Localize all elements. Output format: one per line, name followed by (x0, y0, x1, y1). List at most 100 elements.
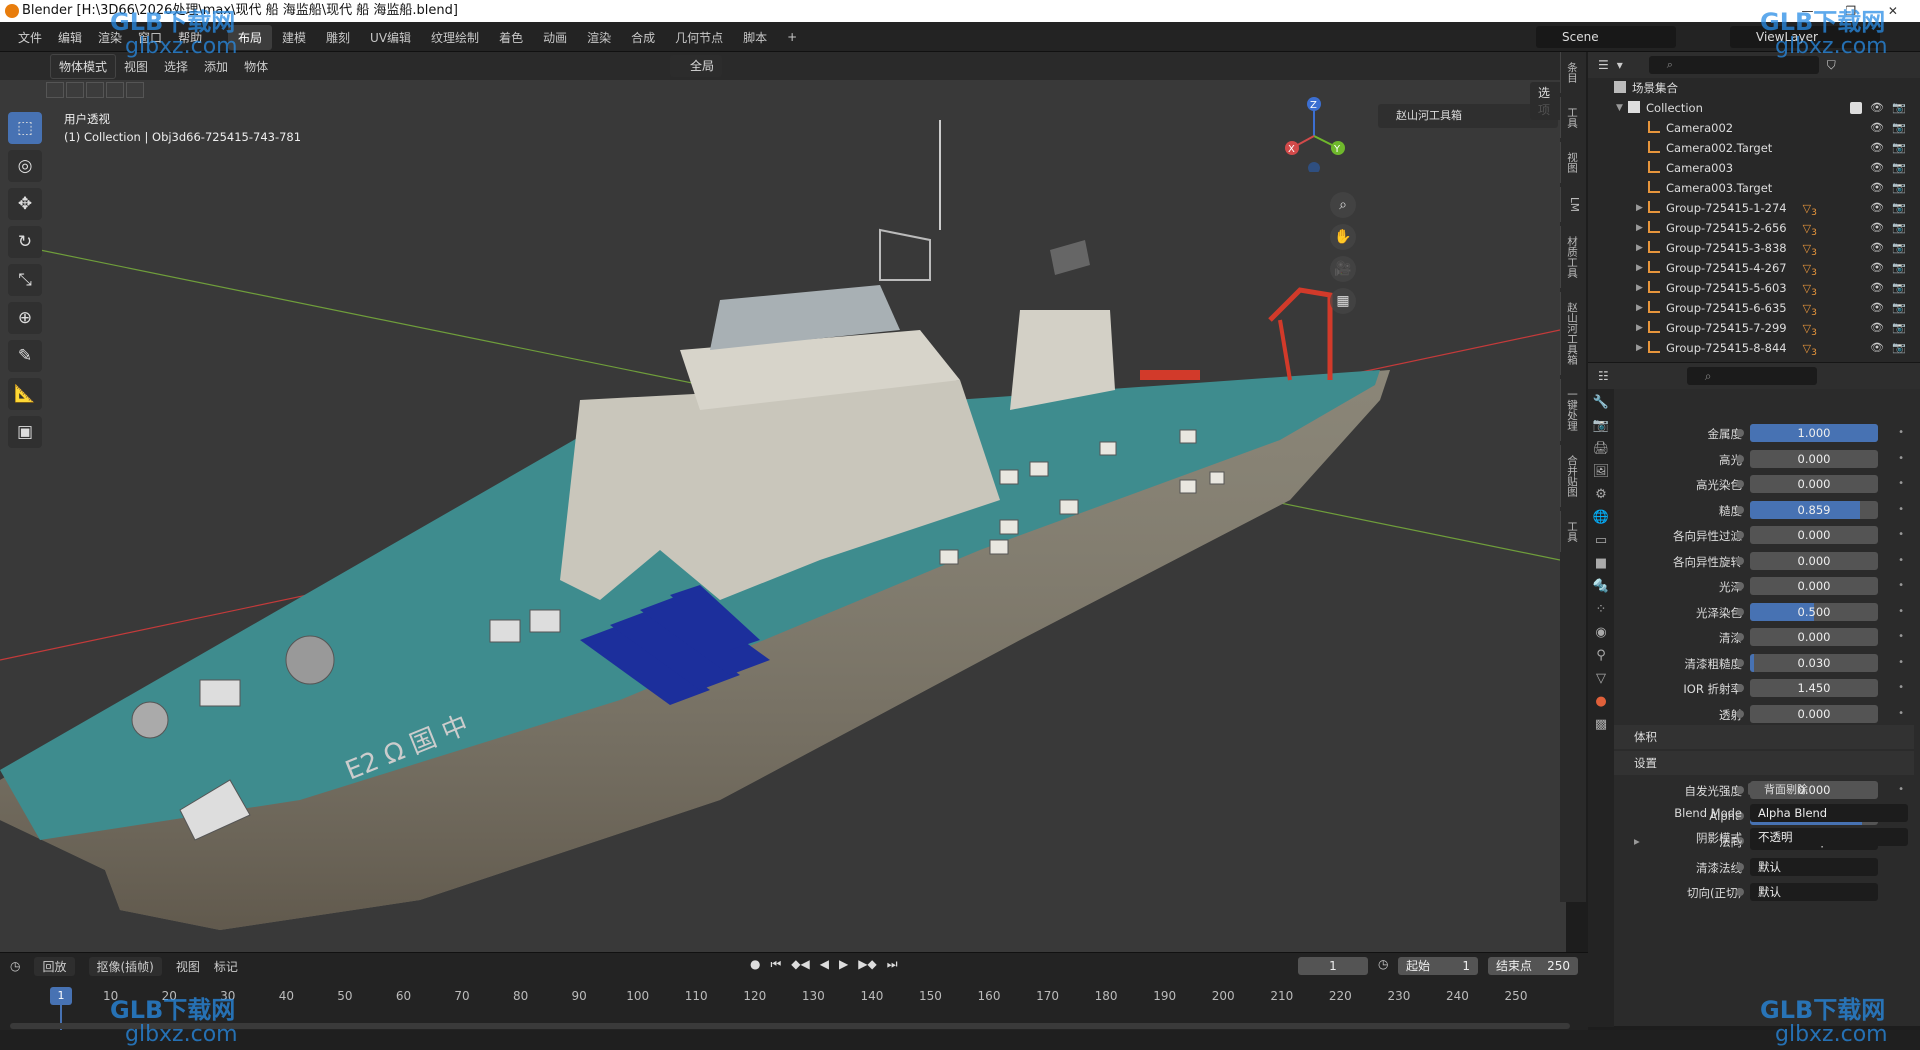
keyframe-dot-icon[interactable]: • (1898, 708, 1904, 719)
pan-hand-icon[interactable]: ✋ (1330, 224, 1356, 250)
visibility-eye-icon[interactable]: 👁 (1870, 198, 1884, 218)
select-subtract-icon[interactable] (86, 82, 104, 98)
outliner-item[interactable]: Camera003 👁 📷 (1588, 158, 1920, 178)
visibility-eye-icon[interactable]: 👁 (1870, 278, 1884, 298)
value-slider[interactable]: 0.000 (1750, 704, 1878, 723)
timeline-marker-menu[interactable]: 标记 (214, 958, 238, 975)
visibility-eye-icon[interactable]: 👁 (1870, 298, 1884, 318)
viewport-menu-select[interactable]: 选择 (156, 58, 196, 75)
tool-tab-icon[interactable]: 🔧 (1593, 395, 1609, 410)
outliner-item[interactable]: Camera002 👁 📷 (1588, 118, 1920, 138)
timeline-editor-icon[interactable]: ◷ (10, 959, 20, 973)
sidebar-tab-lm[interactable]: LM (1560, 187, 1586, 222)
scene-collection-row[interactable]: 场景集合 (1588, 78, 1920, 98)
select-intersect-icon[interactable] (126, 82, 144, 98)
render-camera-icon[interactable]: 📷 (1892, 278, 1906, 298)
sidebar-tab-one-click[interactable]: 一键处理 (1560, 378, 1586, 441)
grid-ortho-icon[interactable]: ▦ (1330, 288, 1356, 314)
keyframe-dot-icon[interactable]: • (1898, 453, 1904, 464)
outliner-item[interactable]: Camera003.Target 👁 📷 (1588, 178, 1920, 198)
collection-checkbox[interactable] (1850, 102, 1862, 114)
volume-section-header[interactable]: 体积 (1614, 725, 1914, 749)
npanel-toolbox-header[interactable]: 赵山河工具箱 (1378, 104, 1558, 128)
sidebar-tab-item[interactable]: 条目 (1560, 52, 1586, 93)
blend-mode-dropdown[interactable]: Alpha Blend (1750, 804, 1908, 822)
move-tool-icon[interactable]: ✥ (8, 188, 42, 220)
modifier-tab-icon[interactable]: 🔩 (1593, 579, 1609, 594)
constraints-tab-icon[interactable]: ⚲ (1596, 648, 1606, 663)
tab-rendering[interactable]: 渲染 (577, 25, 621, 50)
outliner-item[interactable]: ▶ Group-725415-1-274 ▽3 👁 📷 (1588, 198, 1920, 218)
socket-icon[interactable] (1736, 658, 1744, 667)
value-slider[interactable]: 1.450 (1750, 679, 1878, 697)
outliner-item[interactable]: ▶ Group-725415-3-838 ▽3 👁 📷 (1588, 238, 1920, 258)
scene-selector[interactable]: Scene (1536, 26, 1676, 48)
sidebar-tab-toolbox[interactable]: 赵山河工具箱 (1560, 291, 1586, 375)
keyframe-dot-icon[interactable]: • (1898, 682, 1904, 693)
tab-sculpting[interactable]: 雕刻 (316, 25, 360, 50)
keyframe-dot-icon[interactable]: • (1898, 427, 1904, 438)
render-camera-icon[interactable]: 📷 (1892, 178, 1906, 198)
socket-icon[interactable] (1736, 582, 1744, 590)
render-camera-icon[interactable]: 📷 (1892, 258, 1906, 278)
viewport-menu-add[interactable]: 添加 (196, 58, 236, 75)
menu-edit[interactable]: 编辑 (50, 29, 90, 46)
render-camera-icon[interactable]: 📷 (1892, 218, 1906, 238)
material-tab-icon[interactable]: ● (1595, 694, 1606, 709)
tab-shading[interactable]: 着色 (489, 25, 533, 50)
expand-arrow-icon[interactable]: ▶ (1636, 278, 1643, 298)
value-slider[interactable]: 0.000 (1750, 475, 1878, 493)
start-frame-field[interactable]: 起始 1 (1398, 957, 1478, 975)
render-camera-icon[interactable]: 📷 (1892, 158, 1906, 178)
socket-icon[interactable] (1736, 786, 1744, 794)
outliner-item[interactable]: ▶ Group-725415-5-603 ▽3 👁 📷 (1588, 278, 1920, 298)
outliner-item[interactable]: ▶ Group-725415-8-844 ▽3 👁 📷 (1588, 338, 1920, 358)
annotate-tool-icon[interactable]: ✎ (8, 340, 42, 372)
sidebar-tab-material-tools[interactable]: 材质工具 (1560, 225, 1586, 288)
keyframe-dot-icon[interactable]: • (1898, 606, 1904, 617)
visibility-eye-icon[interactable]: 👁 (1870, 118, 1884, 138)
timeline-view-menu[interactable]: 视图 (176, 958, 200, 975)
socket-icon[interactable] (1736, 556, 1744, 565)
visibility-eye-icon[interactable]: 👁 (1870, 138, 1884, 158)
properties-search-input[interactable]: ⌕ (1686, 367, 1817, 385)
playhead[interactable]: 1 (50, 987, 72, 1005)
measure-tool-icon[interactable]: 📐 (8, 378, 42, 410)
outliner-item[interactable]: ▶ Group-725415-7-299 ▽3 👁 📷 (1588, 318, 1920, 338)
visibility-eye-icon[interactable]: 👁 (1870, 158, 1884, 178)
tab-scripting[interactable]: 脚本 (733, 25, 777, 50)
value-slider[interactable]: 0.500 (1750, 602, 1878, 621)
keyframe-dot-icon[interactable]: • (1898, 555, 1904, 566)
socket-icon[interactable] (1736, 709, 1744, 718)
value-slider[interactable]: 0.000 (1750, 577, 1878, 595)
render-camera-icon[interactable]: 📷 (1892, 318, 1906, 338)
timeline-ruler[interactable]: 1 11020304050607080901001101201301401501… (0, 983, 1588, 1043)
add-cube-tool-icon[interactable]: ▣ (8, 416, 42, 448)
jump-end-icon[interactable]: ⏭ (887, 957, 898, 972)
value-slider[interactable]: 0.000 (1750, 551, 1878, 570)
outliner-display-mode-icon[interactable]: ☰ (1598, 58, 1609, 72)
expand-arrow-icon[interactable]: ▼ (1616, 98, 1623, 118)
tab-modeling[interactable]: 建模 (272, 25, 316, 50)
viewport-menu-view[interactable]: 视图 (116, 58, 156, 75)
expand-arrow-icon[interactable]: ▶ (1636, 338, 1643, 358)
keyframe-dot-icon[interactable]: • (1898, 784, 1904, 795)
timeline-scrollbar[interactable] (10, 1023, 1570, 1029)
tab-compositing[interactable]: 合成 (621, 25, 665, 50)
select-extend-icon[interactable] (66, 82, 84, 98)
zoom-icon[interactable]: ⌕ (1330, 192, 1356, 218)
select-invert-icon[interactable] (106, 82, 124, 98)
tab-texture-paint[interactable]: 纹理绘制 (421, 25, 489, 50)
socket-icon[interactable] (1736, 888, 1744, 896)
keying-dropdown[interactable]: 抠像(插帧) (88, 956, 162, 976)
outliner-filter-icon[interactable]: ▾ (1617, 58, 1623, 72)
render-camera-icon[interactable]: 📷 (1892, 238, 1906, 258)
rotate-tool-icon[interactable]: ↻ (8, 226, 42, 258)
outliner-funnel-icon[interactable]: ⛉ (1827, 58, 1836, 73)
keyframe-dot-icon[interactable]: • (1898, 504, 1904, 515)
keyframe-dot-icon[interactable]: • (1898, 657, 1904, 668)
socket-icon[interactable] (1736, 505, 1744, 514)
socket-icon[interactable] (1736, 429, 1744, 437)
visibility-eye-icon[interactable]: 👁 (1870, 218, 1884, 238)
current-frame-field[interactable]: 1 (1298, 957, 1368, 975)
